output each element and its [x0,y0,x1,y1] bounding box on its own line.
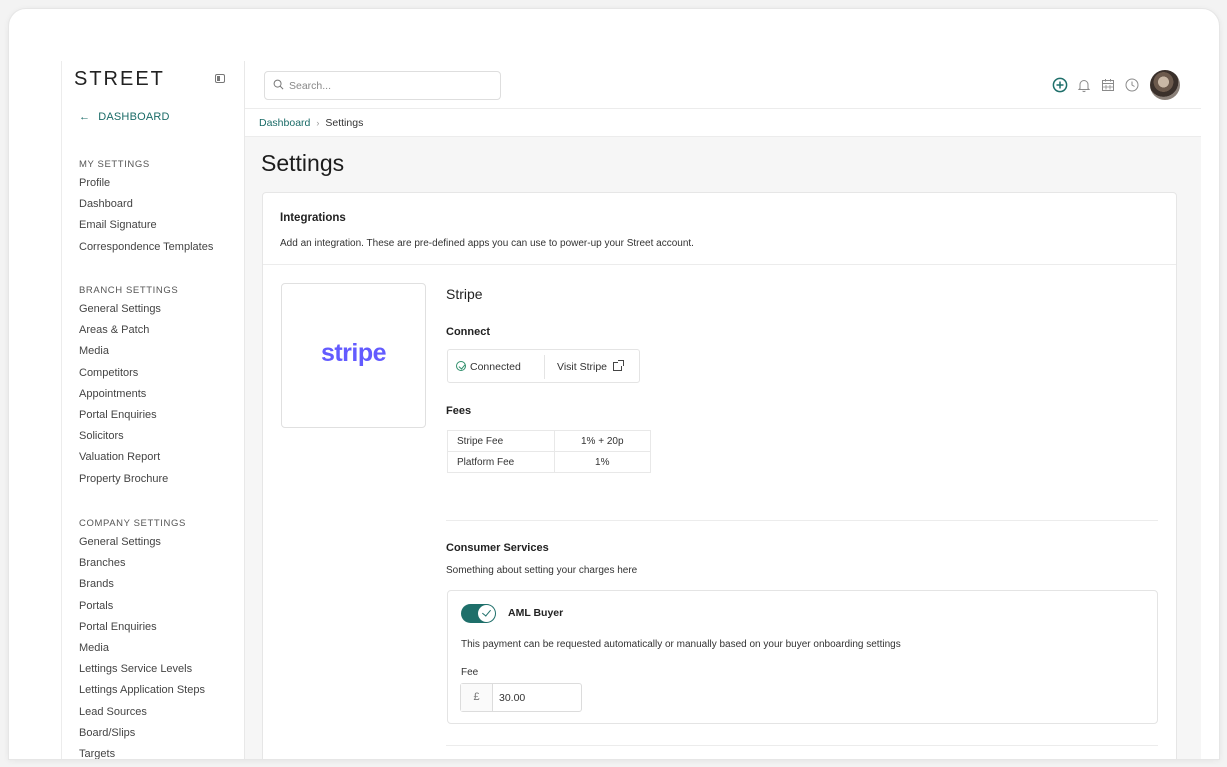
search-box[interactable] [264,71,501,100]
user-avatar[interactable] [1150,70,1180,100]
consumer-services-heading: Consumer Services [446,542,549,554]
sidebar-collapse-icon[interactable] [215,74,225,83]
table-row: Stripe Fee 1% + 20p [447,430,652,452]
consumer-services-description: Something about setting your charges her… [446,565,638,576]
sidebar-item-valuation-report[interactable]: Valuation Report [79,447,178,468]
sidebar-item-general-settings[interactable]: General Settings [79,532,205,553]
back-link-label: DASHBOARD [98,111,170,123]
sidebar-item-email-signature[interactable]: Email Signature [79,215,213,236]
connected-status: Connected [456,350,521,384]
search-icon [273,79,284,90]
search-input[interactable] [289,72,489,99]
sidebar-item-portal-enquiries[interactable]: Portal Enquiries [79,405,178,426]
aml-buyer-toggle[interactable] [461,604,496,623]
chevron-right-icon: › [316,118,320,128]
connect-status-box: Connected Visit Stripe [447,349,640,383]
sidebar: STREET ← DASHBOARD MY SETTINGS Profile Da… [62,61,245,759]
sidebar-heading: BRANCH SETTINGS [79,285,179,296]
sidebar-item-brands[interactable]: Brands [79,574,205,595]
fee-field-label: Fee [461,667,479,678]
bell-icon[interactable] [1076,77,1092,93]
sidebar-item-portals[interactable]: Portals [79,596,205,617]
clock-icon[interactable] [1124,77,1140,93]
divider [446,745,1158,746]
integrations-title: Integrations [280,212,346,224]
connect-heading: Connect [446,326,490,338]
sidebar-item-portal-enquiries[interactable]: Portal Enquiries [79,617,205,638]
fee-value-cell: 1% [553,451,652,473]
street-logo: STREET [74,68,165,90]
sidebar-item-lettings-service-levels[interactable]: Lettings Service Levels [79,659,205,680]
sidebar-item-competitors[interactable]: Competitors [79,363,178,384]
fee-label-cell: Stripe Fee [447,430,555,452]
visit-stripe-label: Visit Stripe [557,361,607,373]
sidebar-item-general-settings[interactable]: General Settings [79,299,178,320]
check-icon [478,605,495,622]
top-actions [1044,70,1180,100]
page-title: Settings [261,150,345,176]
breadcrumb-current: Settings [325,117,364,129]
visit-stripe-link[interactable]: Visit Stripe [557,350,624,384]
sidebar-item-media[interactable]: Media [79,638,205,659]
currency-prefix: £ [461,684,493,711]
arrow-left-icon: ← [79,111,91,123]
aml-buyer-label: AML Buyer [508,607,564,619]
sidebar-item-areas-patch[interactable]: Areas & Patch [79,320,178,341]
fee-field: £ [460,683,582,712]
sidebar-item-property-brochure[interactable]: Property Brochure [79,469,178,490]
sidebar-section-company-settings: COMPANY SETTINGS General Settings Branch… [79,516,205,759]
sidebar-item-correspondence-templates[interactable]: Correspondence Templates [79,237,213,258]
calendar-icon[interactable] [1100,77,1116,93]
sidebar-item-branches[interactable]: Branches [79,553,205,574]
check-circle-icon [456,361,466,371]
sidebar-section-branch-settings: BRANCH SETTINGS General Settings Areas &… [79,283,178,490]
main-content: Settings Integrations Add an integration… [245,137,1201,759]
sidebar-item-board-slips[interactable]: Board/Slips [79,723,205,744]
fee-input[interactable] [499,684,579,711]
connected-label: Connected [470,361,521,373]
aml-buyer-description: This payment can be requested automatica… [461,639,901,650]
sidebar-section-my-settings: MY SETTINGS Profile Dashboard Email Sign… [79,157,213,258]
fees-table: Stripe Fee 1% + 20p Platform Fee 1% [447,430,652,473]
breadcrumb-dashboard-link[interactable]: Dashboard [259,117,310,129]
back-to-dashboard-link[interactable]: ← DASHBOARD [79,111,170,123]
divider [544,355,545,379]
stripe-integration-panel: Stripe Connect Connected Visit Stripe Fe… [446,193,1158,759]
top-bar [245,61,1201,109]
sidebar-item-profile[interactable]: Profile [79,173,213,194]
external-link-icon [613,360,624,371]
integrations-card: Integrations Add an integration. These a… [262,192,1177,759]
breadcrumb: Dashboard › Settings [245,109,1201,137]
app-window: STREET ← DASHBOARD MY SETTINGS Profile Da… [8,8,1220,760]
divider [446,520,1158,521]
stripe-logo-tile: stripe [281,283,426,428]
sidebar-item-lettings-application-steps[interactable]: Lettings Application Steps [79,680,205,701]
fee-value-cell: 1% + 20p [553,430,652,452]
table-row: Platform Fee 1% [447,451,652,473]
sidebar-item-dashboard[interactable]: Dashboard [79,194,213,215]
fees-heading: Fees [446,405,472,417]
sidebar-item-media[interactable]: Media [79,341,178,362]
integration-name: Stripe [446,286,483,302]
sidebar-item-appointments[interactable]: Appointments [79,384,178,405]
app-shell: STREET ← DASHBOARD MY SETTINGS Profile Da… [61,61,1201,759]
sidebar-item-solicitors[interactable]: Solicitors [79,426,178,447]
sidebar-item-targets[interactable]: Targets [79,744,205,759]
aml-buyer-card: AML Buyer This payment can be requested … [447,590,1158,724]
sidebar-heading: MY SETTINGS [79,159,150,170]
sidebar-heading: COMPANY SETTINGS [79,518,186,529]
stripe-logo: stripe [320,339,387,367]
fee-label-cell: Platform Fee [447,451,555,473]
add-circle-icon[interactable] [1052,77,1068,93]
sidebar-item-lead-sources[interactable]: Lead Sources [79,702,205,723]
